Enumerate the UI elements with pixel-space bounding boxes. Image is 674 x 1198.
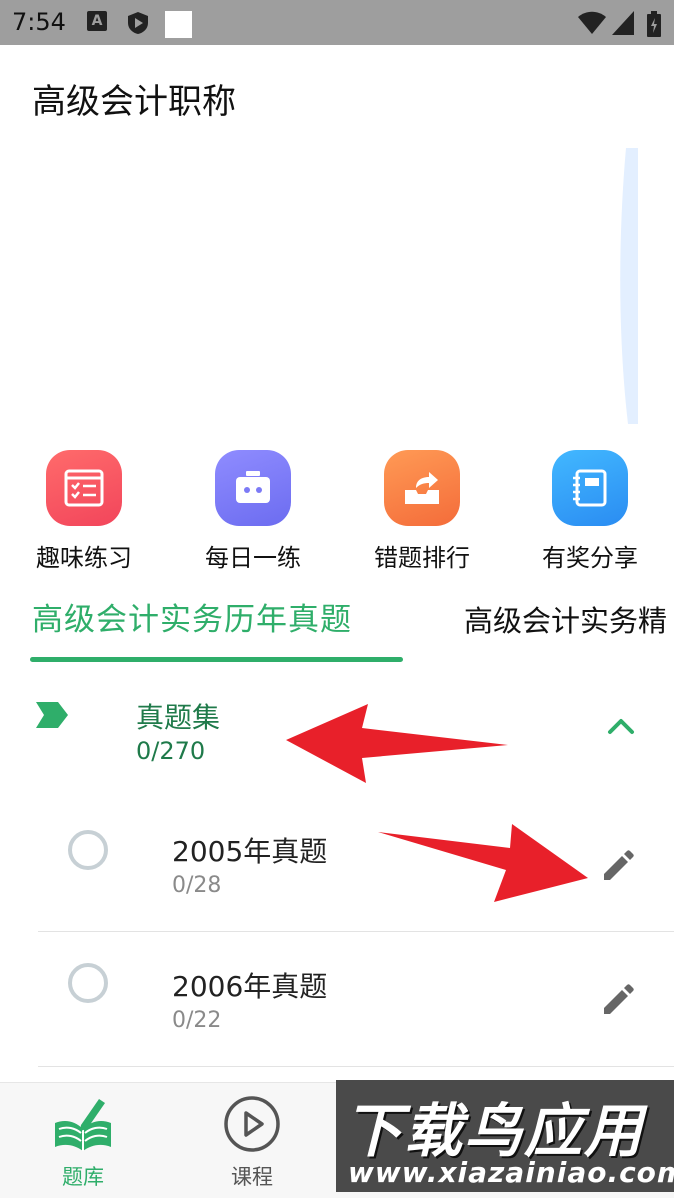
notebook-icon	[552, 450, 628, 526]
pencil-icon[interactable]	[600, 846, 638, 884]
item-progress: 0/22	[172, 1008, 222, 1033]
tab-practice-selected[interactable]: 高级会计实务精	[464, 598, 667, 640]
nav-item-question-bank[interactable]: 题库	[33, 1095, 133, 1191]
radio-button[interactable]	[68, 963, 108, 1003]
pencil-icon[interactable]	[600, 980, 638, 1018]
quick-action-fun-practice[interactable]: 趣味练习	[14, 450, 154, 573]
group-progress: 0/270	[136, 737, 206, 765]
list-item[interactable]: 2006年真题 0/22	[0, 935, 674, 1069]
item-title: 2005年真题	[172, 835, 328, 868]
calendar-icon	[215, 450, 291, 526]
watermark-url: www.xiazainiao.com	[348, 1156, 674, 1189]
list-item[interactable]: 2005年真题 0/28	[0, 800, 674, 934]
banner-next-peek	[620, 148, 638, 424]
nav-item-courses[interactable]: 课程	[202, 1095, 302, 1191]
book-pen-icon	[55, 1099, 111, 1151]
radio-button[interactable]	[68, 830, 108, 870]
battery-icon	[647, 11, 661, 37]
nav-label: 题库	[62, 1165, 104, 1189]
keyboard-badge-icon: A	[87, 11, 107, 31]
signal-icon	[612, 11, 634, 35]
quick-action-label: 错题排行	[374, 544, 470, 572]
quick-action-label: 每日一练	[205, 544, 301, 572]
banner-carousel[interactable]	[0, 145, 674, 425]
quick-action-reward-share[interactable]: 有奖分享	[520, 450, 660, 573]
quick-action-label: 有奖分享	[542, 544, 638, 572]
watermark-logo: 下载鸟应用 www.xiazainiao.com	[336, 1080, 674, 1192]
share-box-icon	[384, 450, 460, 526]
status-bar: 7:54 A	[0, 0, 674, 45]
checklist-icon	[46, 450, 122, 526]
divider	[38, 1066, 674, 1067]
divider	[38, 931, 674, 932]
nav-label: 课程	[231, 1165, 273, 1189]
tab-active-indicator	[30, 657, 403, 662]
play-circle-icon	[224, 1096, 280, 1152]
page-title: 高级会计职称	[32, 82, 236, 122]
wifi-icon	[578, 11, 606, 34]
group-title[interactable]: 真题集	[136, 696, 220, 736]
shield-play-icon	[128, 12, 148, 34]
notification-icon	[165, 11, 192, 38]
flag-arrow-icon	[36, 702, 68, 728]
tab-history-exams[interactable]: 高级会计实务历年真题	[32, 594, 352, 639]
quick-action-label: 趣味练习	[36, 544, 132, 572]
quick-action-mistake-ranking[interactable]: 错题排行	[352, 450, 492, 573]
chevron-up-icon[interactable]	[606, 716, 636, 736]
item-progress: 0/28	[172, 873, 222, 898]
quick-action-daily-practice[interactable]: 每日一练	[183, 450, 323, 573]
status-time: 7:54	[12, 8, 66, 36]
item-title: 2006年真题	[172, 970, 328, 1003]
annotation-arrow-left	[286, 704, 508, 783]
